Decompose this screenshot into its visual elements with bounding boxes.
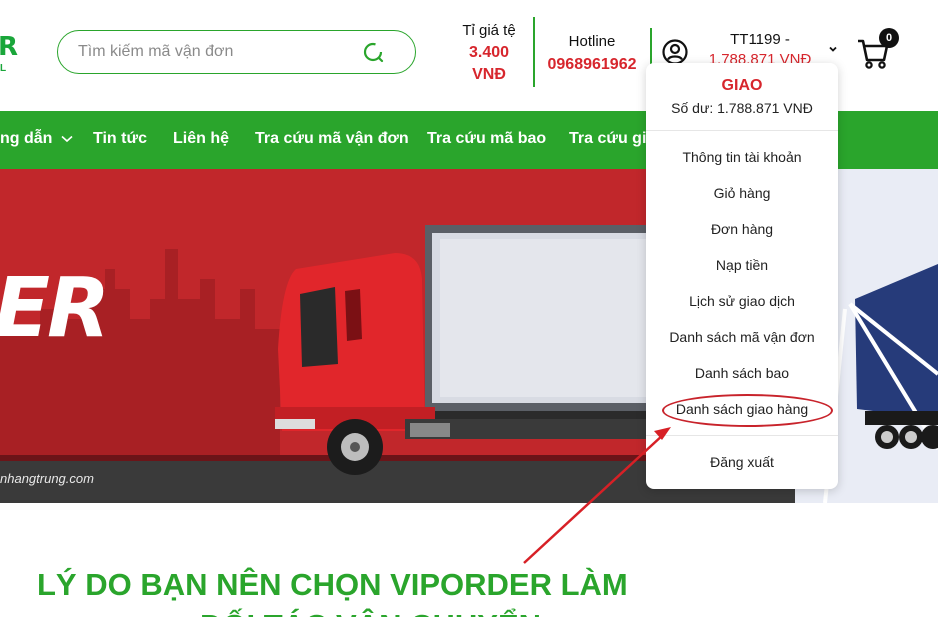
rate-unit: VNĐ bbox=[472, 66, 506, 83]
menu-item-tracking-list[interactable]: Danh sách mã vận đơn bbox=[646, 329, 838, 345]
search-icon[interactable] bbox=[362, 41, 384, 63]
hotline: Hotline 0968961962 bbox=[540, 30, 644, 76]
menu-item-top-up[interactable]: Nạp tiền bbox=[646, 257, 838, 273]
exchange-rate: Tỉ giá tệ 3.400 VNĐ bbox=[448, 20, 530, 86]
hotline-label: Hotline bbox=[568, 33, 616, 50]
account-balance: 1.788.871 VNĐ bbox=[708, 51, 812, 64]
menu-item-logout[interactable]: Đăng xuất bbox=[646, 454, 838, 470]
search-input[interactable] bbox=[78, 41, 358, 63]
nav-item-guide[interactable]: ng dẫn bbox=[0, 130, 73, 148]
nav-item-contact[interactable]: Liên hệ bbox=[173, 130, 229, 148]
section-heading: LÝ DO BẠN NÊN CHỌN VIPORDER LÀM bbox=[37, 567, 628, 602]
nav-item-package-lookup[interactable]: Tra cứu mã bao bbox=[427, 130, 546, 148]
nav-item-price-lookup[interactable]: Tra cứu gia bbox=[569, 130, 655, 148]
banner-url: nhangtrung.com bbox=[0, 471, 94, 486]
hotline-number[interactable]: 0968961962 bbox=[540, 53, 644, 76]
rate-label: Tỉ giá tệ bbox=[462, 22, 516, 39]
logo-text: R bbox=[0, 32, 18, 62]
divider bbox=[533, 17, 535, 87]
nav-item-tracking[interactable]: Tra cứu mã vận đơn bbox=[255, 130, 409, 148]
banner-brand-text: ER bbox=[0, 261, 110, 356]
section-heading-line2: ĐỐI TÁC VẬN CHUYỂN bbox=[200, 608, 541, 617]
chevron-down-icon[interactable] bbox=[828, 44, 838, 54]
search-box bbox=[57, 30, 416, 74]
logo-subtext: L bbox=[0, 63, 7, 74]
cart-count-badge: 0 bbox=[879, 28, 899, 48]
nav-item-label: ng dẫn bbox=[0, 130, 53, 147]
divider bbox=[646, 130, 838, 131]
rate-value: 3.400 bbox=[468, 44, 510, 61]
chevron-down-icon bbox=[61, 135, 73, 143]
dropdown-user-name: GIAO bbox=[721, 77, 763, 94]
menu-item-orders[interactable]: Đơn hàng bbox=[646, 221, 838, 237]
account-code: TT1199 - bbox=[730, 31, 790, 48]
menu-item-transaction-history[interactable]: Lịch sử giao dịch bbox=[646, 293, 838, 309]
menu-item-account-info[interactable]: Thông tin tài khoản bbox=[646, 149, 838, 165]
site-logo[interactable]: R L bbox=[0, 30, 20, 80]
menu-item-package-list[interactable]: Danh sách bao bbox=[646, 365, 838, 381]
divider bbox=[646, 435, 838, 436]
user-icon[interactable] bbox=[662, 39, 688, 65]
menu-item-cart[interactable]: Giỏ hàng bbox=[646, 185, 838, 201]
highlight-ellipse bbox=[662, 394, 833, 427]
account-menu[interactable]: TT1199 - 1.788.871 VNĐ bbox=[700, 30, 820, 64]
dropdown-balance: Số dư: 1.788.871 VNĐ bbox=[671, 100, 813, 116]
nav-item-news[interactable]: Tin tức bbox=[93, 130, 147, 148]
